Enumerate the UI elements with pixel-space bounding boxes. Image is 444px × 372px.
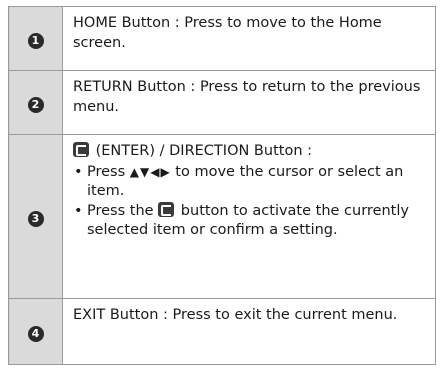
enter-icon bbox=[158, 201, 175, 217]
separator: Button : bbox=[117, 15, 185, 31]
row-number-cell: 2 bbox=[8, 70, 63, 135]
table-row: 3 (ENTER) / DIRECTION Button : Press ▲▼◀… bbox=[8, 134, 436, 299]
row-number-cell: 1 bbox=[8, 6, 63, 71]
number-badge: 2 bbox=[27, 96, 44, 113]
number-badge: 1 bbox=[27, 32, 44, 49]
enter-direction-label: (ENTER) / DIRECTION bbox=[95, 143, 250, 159]
enter-icon bbox=[73, 142, 89, 157]
table-row: 4 EXIT Button : Press to exit the curren… bbox=[8, 298, 436, 365]
number-badge: 3 bbox=[27, 210, 44, 227]
description-cell: RETURN Button : Press to return to the p… bbox=[62, 70, 436, 135]
description-cell: EXIT Button : Press to exit the current … bbox=[62, 298, 436, 365]
bullet-text: Press the bbox=[87, 202, 159, 219]
table-row: 1 HOME Button : Press to move to the Hom… bbox=[8, 6, 436, 71]
enter-heading: (ENTER) / DIRECTION Button : bbox=[73, 142, 425, 162]
description-cell: HOME Button : Press to move to the Home … bbox=[62, 6, 436, 71]
description-text: Press to exit the current menu. bbox=[172, 307, 398, 323]
number-badge: 4 bbox=[27, 325, 44, 342]
button-name: HOME bbox=[73, 15, 117, 31]
table-row: 2 RETURN Button : Press to return to the… bbox=[8, 70, 436, 135]
row-number-cell: 4 bbox=[8, 298, 63, 365]
direction-arrows-icon: ▲▼◀▶ bbox=[129, 164, 171, 179]
row-number-cell: 3 bbox=[8, 134, 63, 299]
separator: Button : bbox=[132, 79, 200, 95]
instruction-list: Press ▲▼◀▶ to move the cursor or select … bbox=[73, 163, 425, 241]
list-item: Press the button to activate the current… bbox=[73, 201, 425, 241]
description-cell: (ENTER) / DIRECTION Button : Press ▲▼◀▶ … bbox=[62, 134, 436, 299]
bullet-text: Press bbox=[87, 163, 130, 180]
button-description-table: 1 HOME Button : Press to move to the Hom… bbox=[8, 6, 436, 365]
separator: Button : bbox=[105, 307, 173, 323]
list-item: Press ▲▼◀▶ to move the cursor or select … bbox=[73, 163, 425, 202]
button-name: RETURN bbox=[73, 79, 133, 95]
button-name: EXIT bbox=[73, 307, 106, 323]
separator: Button : bbox=[249, 143, 313, 159]
